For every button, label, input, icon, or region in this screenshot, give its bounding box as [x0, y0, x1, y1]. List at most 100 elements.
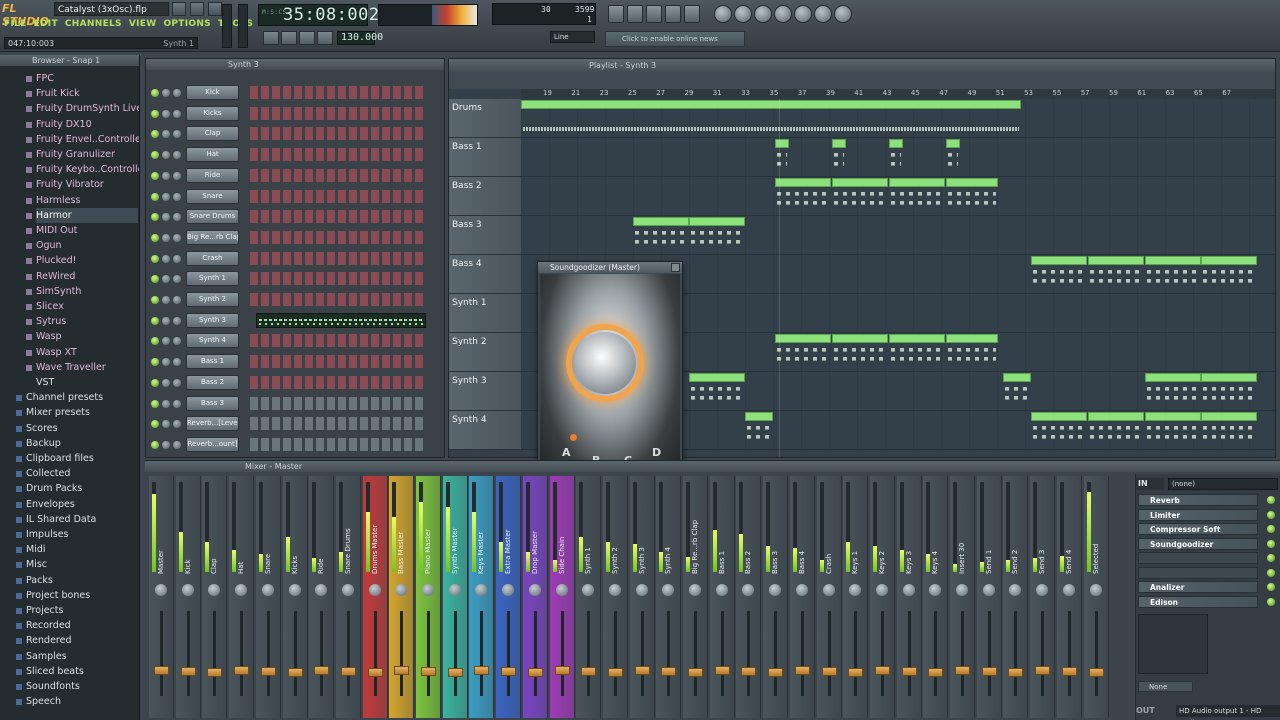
channel-volume-knob[interactable]	[173, 151, 181, 160]
pan-knob[interactable]	[368, 584, 381, 596]
mixer-strip-extra-master[interactable]: Extra Master	[496, 476, 522, 718]
pan-knob[interactable]	[315, 584, 328, 596]
channel-button-bass-3[interactable]: Bass 3	[186, 395, 239, 411]
mixer-strip-bass-3[interactable]: Bass 3	[763, 476, 789, 718]
track-label-synth-4[interactable]: Synth 4	[449, 411, 521, 450]
mixer-strip-hat[interactable]: Hat	[229, 476, 255, 718]
volume-fader[interactable]	[634, 666, 650, 675]
pan-knob[interactable]	[475, 584, 488, 596]
pattern-clip[interactable]	[689, 217, 745, 253]
channel-pan-knob[interactable]	[162, 89, 170, 97]
pattern-clip[interactable]	[775, 334, 831, 370]
channel-button-reverb-level[interactable]: Reverb...[Level]	[186, 416, 239, 432]
browser-folder-vst[interactable]: VST	[36, 375, 139, 390]
mixer-strip-insert-30[interactable]: Insert 30	[950, 476, 975, 718]
mixer-strip-send-2[interactable]: Send 2	[1003, 476, 1029, 718]
mode-a[interactable]: A	[562, 446, 571, 459]
browser-plugin-harmor[interactable]: Harmor	[26, 207, 138, 223]
online-news-panel[interactable]: Click to enable online news	[605, 31, 745, 47]
channel-volume-knob[interactable]	[173, 337, 181, 346]
track-lane[interactable]	[521, 99, 1275, 138]
menu-file[interactable]: FILE	[4, 19, 27, 33]
channel-mute-led[interactable]	[151, 316, 159, 325]
channel-volume-knob[interactable]	[173, 213, 181, 222]
effect-slot-reverb[interactable]: Reverb	[1138, 494, 1275, 506]
channel-button-hat[interactable]: Hat	[186, 147, 239, 163]
pan-knob[interactable]	[929, 584, 942, 596]
pattern-clip[interactable]	[775, 139, 789, 175]
pattern-clip[interactable]	[946, 139, 960, 175]
channel-mute-led[interactable]	[151, 254, 159, 263]
browser-plugin-fruity-granulizer[interactable]: Fruity Granulizer	[26, 147, 138, 162]
step-buttons[interactable]	[250, 86, 426, 99]
pan-knob[interactable]	[208, 584, 221, 596]
channel-mute-led[interactable]	[151, 233, 159, 242]
effect-enable-led[interactable]	[1267, 510, 1275, 519]
channel-mute-led[interactable]	[151, 275, 159, 284]
pan-knob[interactable]	[395, 584, 408, 596]
channel-pan-knob[interactable]	[162, 233, 170, 242]
step-buttons[interactable]	[250, 417, 426, 431]
pattern-clip[interactable]	[1201, 373, 1257, 409]
volume-fader[interactable]	[207, 668, 223, 677]
volume-fader[interactable]	[928, 668, 944, 677]
step-buttons[interactable]	[250, 375, 426, 389]
effect-enable-led[interactable]	[1267, 568, 1275, 577]
browser-folder-backup[interactable]: Backup	[16, 436, 138, 451]
channel-mute-led[interactable]	[151, 171, 159, 180]
pattern-clip[interactable]	[745, 412, 773, 448]
step-buttons[interactable]	[250, 251, 426, 265]
menu-channels[interactable]: CHANNELS	[65, 19, 122, 33]
pattern-clip[interactable]	[1201, 412, 1257, 448]
input-select[interactable]: (none)	[1168, 478, 1278, 490]
track-label-bass-3[interactable]: Bass 3	[449, 216, 521, 255]
pan-knob[interactable]	[448, 584, 461, 596]
pattern-clip[interactable]	[832, 334, 888, 370]
step-buttons[interactable]	[250, 189, 426, 203]
channel-volume-knob[interactable]	[173, 192, 181, 201]
mixer-strip-keys-3[interactable]: Keys 3	[896, 476, 922, 718]
channel-volume-knob[interactable]	[173, 171, 181, 180]
volume-fader[interactable]	[527, 668, 543, 677]
pattern-clip[interactable]	[633, 217, 689, 253]
effect-slot-limiter[interactable]: Limiter	[1138, 508, 1275, 521]
mixer-strip-side-chain[interactable]: Side Chain	[549, 476, 575, 718]
volume-fader[interactable]	[794, 666, 810, 675]
volume-fader[interactable]	[848, 668, 864, 677]
mixer-strip-synth-master[interactable]: Synth Master	[442, 476, 468, 718]
browser-plugin-fruity-drumsynth-live[interactable]: Fruity DrumSynth Live	[26, 101, 139, 116]
mixer-strip-snare[interactable]: Snare	[255, 476, 281, 718]
browser-plugin-plucked[interactable]: Plucked!	[26, 253, 138, 268]
pan-knob[interactable]	[288, 584, 301, 596]
browser-folder-soundfonts[interactable]: Soundfonts	[16, 679, 138, 694]
channel-mute-led[interactable]	[151, 358, 159, 367]
mixer-strip-drums-master[interactable]: Drums Master	[362, 476, 388, 718]
bar-ruler[interactable]: 19 21 23 25 27 29 31 33 35 37 39 41 43 45 47 49 51 53 55 57…	[521, 89, 1275, 99]
volume-fader[interactable]	[981, 667, 997, 676]
pan-knob[interactable]	[849, 584, 862, 596]
mixer-strip-synth-3[interactable]: Synth 3	[629, 476, 655, 718]
browser-folder-channel-presets[interactable]: Channel presets	[16, 390, 138, 405]
browser-folder-midi[interactable]: Midi	[16, 542, 138, 557]
channel-mute-led[interactable]	[151, 420, 159, 429]
loop-record-icon[interactable]	[774, 5, 792, 23]
close-icon[interactable]	[208, 2, 222, 16]
tempo-display[interactable]: 130.000	[337, 31, 383, 45]
mixer-strip-send-3[interactable]: Send 3	[1030, 476, 1056, 718]
pan-knob[interactable]	[982, 584, 995, 596]
pattern-clip[interactable]	[689, 373, 745, 409]
pan-knob[interactable]	[1036, 584, 1049, 596]
browser-plugin-midi-out[interactable]: MIDI Out	[26, 223, 138, 238]
soundgoodizer-window[interactable]: Soundgoodizer (Master) A B C D	[537, 261, 683, 479]
browser-folder-clipboard-files[interactable]: Clipboard files	[16, 451, 138, 466]
channel-button-snare[interactable]: Snare	[186, 188, 239, 204]
mixer-strip-send-4[interactable]: Send 4	[1056, 476, 1082, 718]
pan-knob[interactable]	[502, 584, 515, 596]
pattern-clip[interactable]	[946, 178, 998, 214]
channel-mute-led[interactable]	[151, 296, 159, 304]
mixer-strip-keys-2[interactable]: Keys 2	[869, 476, 895, 718]
volume-fader[interactable]	[1088, 668, 1104, 677]
channel-mute-led[interactable]	[151, 89, 159, 97]
menu-view[interactable]: VIEW	[129, 19, 157, 33]
mixer-strip-bass-4[interactable]: Bass 4	[789, 476, 815, 718]
